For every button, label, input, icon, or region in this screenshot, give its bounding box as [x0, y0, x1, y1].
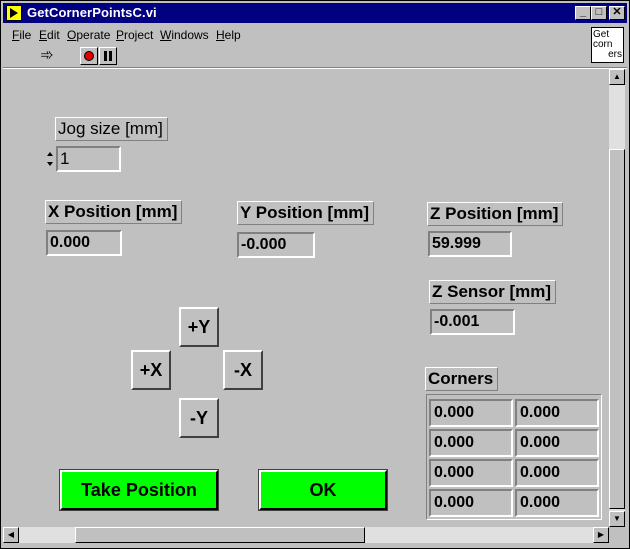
menu-file-label: ile — [19, 28, 32, 42]
y-position-indicator: -0.000 — [237, 232, 315, 258]
horizontal-scrollbar[interactable]: ◀ ▶ — [3, 527, 609, 543]
menu-bar: File Edit Operate Project Windows Help — [3, 25, 589, 45]
scrollbar-corner — [609, 527, 625, 543]
plus-x-button[interactable]: +X — [131, 350, 171, 390]
menu-project-accesskey: P — [116, 28, 125, 42]
menu-file[interactable]: File — [12, 28, 31, 42]
window-title: GetCornerPointsC.vi — [27, 5, 157, 20]
corners-cell-r3c0: 0.000 — [429, 489, 513, 517]
menu-help[interactable]: Help — [216, 28, 241, 42]
vi-connector-icon[interactable]: Get corn ers — [591, 27, 624, 63]
ok-button[interactable]: OK — [258, 469, 388, 511]
vertical-scroll-thumb[interactable] — [609, 149, 625, 509]
minus-y-button[interactable]: -Y — [179, 398, 219, 438]
pause-icon — [104, 51, 112, 61]
menu-project-label: roject — [124, 28, 154, 42]
x-position-indicator: 0.000 — [46, 230, 122, 256]
horizontal-scroll-thumb[interactable] — [75, 527, 365, 543]
plus-y-button[interactable]: +Y — [179, 307, 219, 347]
z-position-label: Z Position [mm] — [427, 202, 564, 226]
take-position-button[interactable]: Take Position — [59, 469, 219, 511]
abort-button[interactable] — [80, 47, 98, 65]
increment-up-icon[interactable] — [47, 152, 53, 156]
menu-edit[interactable]: Edit — [39, 28, 60, 42]
menu-windows-accesskey: W — [160, 28, 172, 42]
scroll-up-icon[interactable]: ▲ — [609, 69, 625, 85]
y-position-label: Y Position [mm] — [237, 201, 375, 225]
z-sensor-indicator: -0.001 — [430, 309, 515, 335]
menu-project[interactable]: Project — [116, 28, 153, 42]
minimize-button[interactable]: _ — [575, 6, 591, 20]
menu-edit-accesskey: E — [39, 28, 48, 42]
corners-array: 0.000 0.000 0.000 0.000 0.000 0.000 0.00… — [426, 394, 602, 520]
jog-size-label: Jog size [mm] — [55, 117, 168, 141]
vi-icon-line-3: ers — [608, 49, 622, 60]
corners-label: Corners — [425, 367, 499, 391]
menu-operate-label: perate — [76, 28, 111, 42]
corners-cell-r1c0: 0.000 — [429, 429, 513, 457]
corners-cell-r1c1: 0.000 — [515, 429, 599, 457]
close-button[interactable]: ✕ — [609, 6, 625, 20]
corners-cell-r2c1: 0.000 — [515, 459, 599, 487]
stop-icon — [84, 51, 94, 61]
menu-operate-accesskey: O — [67, 28, 77, 42]
scroll-down-icon[interactable]: ▼ — [609, 511, 625, 527]
corners-cell-r3c1: 0.000 — [515, 489, 599, 517]
scroll-left-icon[interactable]: ◀ — [3, 527, 19, 543]
menu-help-accesskey: H — [216, 28, 225, 42]
menu-operate[interactable]: Operate — [67, 28, 110, 42]
toolbar: ➾ — [3, 45, 589, 67]
corners-cell-r0c1: 0.000 — [515, 399, 599, 427]
menu-help-label: elp — [224, 28, 241, 42]
scroll-right-icon[interactable]: ▶ — [593, 527, 609, 543]
labview-vi-icon[interactable] — [6, 5, 22, 21]
run-arrow-icon[interactable]: ➾ — [37, 47, 57, 65]
x-position-label: X Position [mm] — [45, 200, 183, 224]
corners-cell-r0c0: 0.000 — [429, 399, 513, 427]
z-sensor-label: Z Sensor [mm] — [429, 280, 557, 304]
minus-x-button[interactable]: -X — [223, 350, 263, 390]
vi-window: GetCornerPointsC.vi _ □ ✕ File Edit Oper… — [0, 0, 630, 549]
jog-size-increment[interactable] — [47, 148, 55, 172]
title-bar[interactable]: GetCornerPointsC.vi _ □ ✕ — [3, 3, 627, 23]
jog-size-input[interactable]: 1 — [56, 146, 121, 172]
pause-button[interactable] — [99, 47, 117, 65]
vertical-scrollbar[interactable]: ▲ ▼ — [609, 69, 625, 527]
maximize-button[interactable]: □ — [591, 6, 607, 20]
corners-cell-r2c0: 0.000 — [429, 459, 513, 487]
z-position-indicator: 59.999 — [428, 231, 512, 257]
menu-edit-label: dit — [47, 28, 60, 42]
increment-down-icon[interactable] — [47, 162, 53, 166]
menu-windows-label: indows — [171, 28, 209, 42]
menu-windows[interactable]: Windows — [160, 28, 209, 42]
